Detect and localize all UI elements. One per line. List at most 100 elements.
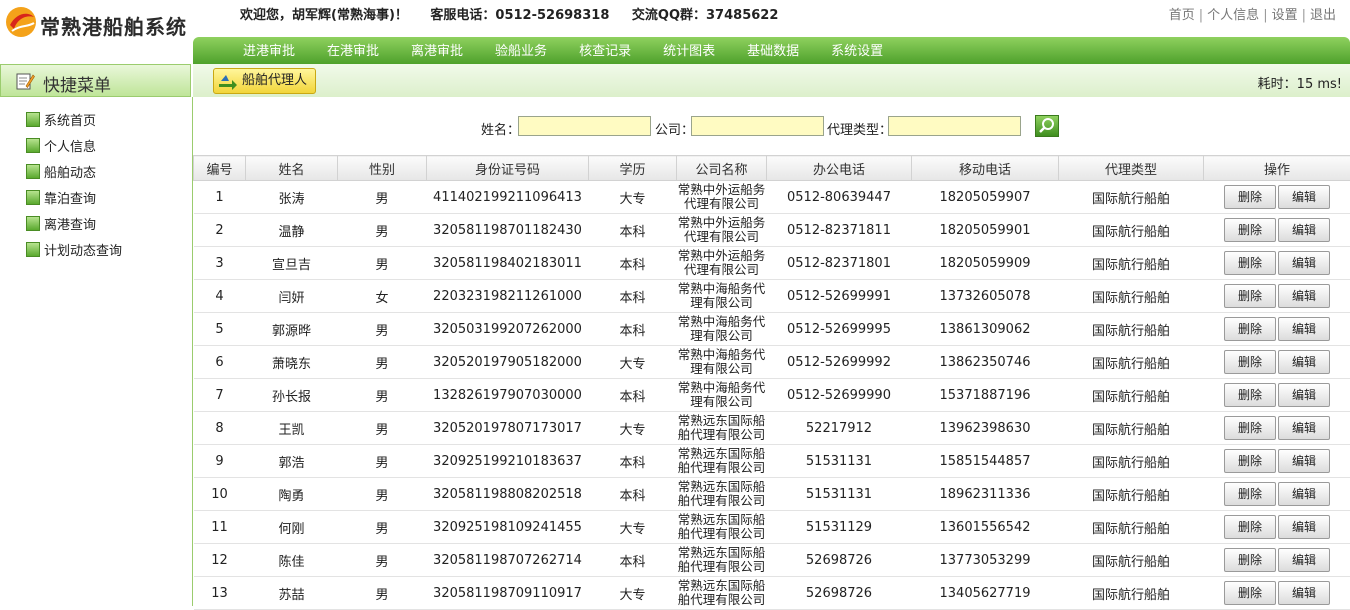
link-profile[interactable]: 个人信息 (1207, 8, 1259, 23)
sidebar-item-label: 船舶动态 (44, 166, 96, 181)
agent-name: 宣旦吉 (246, 247, 338, 280)
sidebar-item-berth-query[interactable]: 靠泊查询 (26, 188, 96, 208)
link-settings[interactable]: 设置 (1272, 8, 1298, 23)
column-header: 公司名称 (677, 156, 767, 181)
table-row: 6萧晓东男320520197905182000大专常熟中海船务代理有限公司051… (194, 346, 1350, 379)
sidebar-item-ship-status[interactable]: 船舶动态 (26, 162, 96, 182)
agent-type: 国际航行船舶 (1059, 247, 1204, 280)
delete-button[interactable]: 删除 (1224, 581, 1276, 605)
edit-button[interactable]: 编辑 (1278, 383, 1330, 407)
nav-departure-approval[interactable]: 离港审批 (395, 37, 479, 64)
edit-button[interactable]: 编辑 (1278, 449, 1330, 473)
link-logout[interactable]: 退出 (1310, 8, 1336, 23)
row-number: 10 (194, 478, 246, 511)
sidebar-header: 快捷菜单 (0, 64, 191, 97)
delete-button[interactable]: 删除 (1224, 284, 1276, 308)
row-number: 8 (194, 412, 246, 445)
agent-type: 国际航行船舶 (1059, 478, 1204, 511)
company-name: 常熟中外运船务代理有限公司 (677, 214, 767, 247)
delete-button[interactable]: 删除 (1224, 350, 1276, 374)
agent-type-input[interactable] (888, 116, 1021, 136)
delete-button[interactable]: 删除 (1224, 383, 1276, 407)
edit-button[interactable]: 编辑 (1278, 482, 1330, 506)
agent-name: 郭浩 (246, 445, 338, 478)
nav-in-port-approval[interactable]: 在港审批 (311, 37, 395, 64)
education: 本科 (589, 313, 677, 346)
agent-type: 国际航行船舶 (1059, 544, 1204, 577)
nav-inspection[interactable]: 验船业务 (479, 37, 563, 64)
sidebar-item-plan-query[interactable]: 计划动态查询 (26, 240, 122, 260)
mobile-phone: 13861309062 (912, 313, 1059, 346)
edit-button[interactable]: 编辑 (1278, 251, 1330, 275)
mobile-phone: 13601556542 (912, 511, 1059, 544)
column-header: 编号 (194, 156, 246, 181)
gender: 男 (338, 412, 427, 445)
sidebar-item-departure-query[interactable]: 离港查询 (26, 214, 96, 234)
edit-button[interactable]: 编辑 (1278, 416, 1330, 440)
tab-ship-agent[interactable]: 船舶代理人 (213, 68, 316, 94)
edit-button[interactable]: 编辑 (1278, 317, 1330, 341)
gender: 男 (338, 346, 427, 379)
search-button[interactable] (1035, 115, 1059, 137)
nav-charts[interactable]: 统计图表 (647, 37, 731, 64)
office-phone: 51531131 (767, 445, 912, 478)
sidebar-item-home[interactable]: 系统首页 (26, 110, 96, 130)
delete-button[interactable]: 删除 (1224, 548, 1276, 572)
delete-button[interactable]: 删除 (1224, 482, 1276, 506)
table-row: 8王凯男320520197807173017大专常熟远东国际船舶代理有限公司52… (194, 412, 1350, 445)
sidebar-item-label: 靠泊查询 (44, 192, 96, 207)
gender: 男 (338, 214, 427, 247)
nav-check-records[interactable]: 核查记录 (563, 37, 647, 64)
office-phone: 52698726 (767, 544, 912, 577)
office-phone: 51531131 (767, 478, 912, 511)
edit-button[interactable]: 编辑 (1278, 185, 1330, 209)
qq-group-text: 交流QQ群：37485622 (632, 8, 778, 23)
row-actions: 删除编辑 (1204, 577, 1350, 610)
delete-button[interactable]: 删除 (1224, 218, 1276, 242)
document-icon (26, 190, 40, 205)
nav-base-data[interactable]: 基础数据 (731, 37, 815, 64)
delete-button[interactable]: 删除 (1224, 317, 1276, 341)
agent-name: 陶勇 (246, 478, 338, 511)
delete-button[interactable]: 删除 (1224, 515, 1276, 539)
column-header: 身份证号码 (427, 156, 589, 181)
row-number: 9 (194, 445, 246, 478)
company-input[interactable] (691, 116, 824, 136)
agent-type: 国际航行船舶 (1059, 412, 1204, 445)
sidebar-item-profile[interactable]: 个人信息 (26, 136, 96, 156)
company-name: 常熟中海船务代理有限公司 (677, 346, 767, 379)
id-number: 320581198701182430 (427, 214, 589, 247)
link-home[interactable]: 首页 (1169, 8, 1195, 23)
row-actions: 删除编辑 (1204, 346, 1350, 379)
edit-button[interactable]: 编辑 (1278, 350, 1330, 374)
education: 大专 (589, 346, 677, 379)
column-header: 代理类型 (1059, 156, 1204, 181)
edit-button[interactable]: 编辑 (1278, 284, 1330, 308)
app-logo[interactable]: 常熟港船舶系统 (4, 3, 190, 39)
nav-arrival-approval[interactable]: 进港审批 (227, 37, 311, 64)
delete-button[interactable]: 删除 (1224, 251, 1276, 275)
delete-button[interactable]: 删除 (1224, 185, 1276, 209)
edit-button[interactable]: 编辑 (1278, 548, 1330, 572)
row-number: 12 (194, 544, 246, 577)
nav-system-settings[interactable]: 系统设置 (815, 37, 899, 64)
gender: 女 (338, 280, 427, 313)
agent-type: 国际航行船舶 (1059, 445, 1204, 478)
id-number: 220323198211261000 (427, 280, 589, 313)
edit-button[interactable]: 编辑 (1278, 581, 1330, 605)
row-actions: 删除编辑 (1204, 478, 1350, 511)
education: 本科 (589, 247, 677, 280)
name-input[interactable] (518, 116, 651, 136)
agent-name: 王凯 (246, 412, 338, 445)
top-links: 首页|个人信息|设置|退出 (1169, 4, 1336, 23)
agent-name: 萧晓东 (246, 346, 338, 379)
table-row: 5郭源晔男320503199207262000本科常熟中海船务代理有限公司051… (194, 313, 1350, 346)
row-actions: 删除编辑 (1204, 544, 1350, 577)
delete-button[interactable]: 删除 (1224, 449, 1276, 473)
row-actions: 删除编辑 (1204, 181, 1350, 214)
delete-button[interactable]: 删除 (1224, 416, 1276, 440)
edit-button[interactable]: 编辑 (1278, 218, 1330, 242)
edit-button[interactable]: 编辑 (1278, 515, 1330, 539)
gender: 男 (338, 478, 427, 511)
company-name: 常熟远东国际船舶代理有限公司 (677, 511, 767, 544)
